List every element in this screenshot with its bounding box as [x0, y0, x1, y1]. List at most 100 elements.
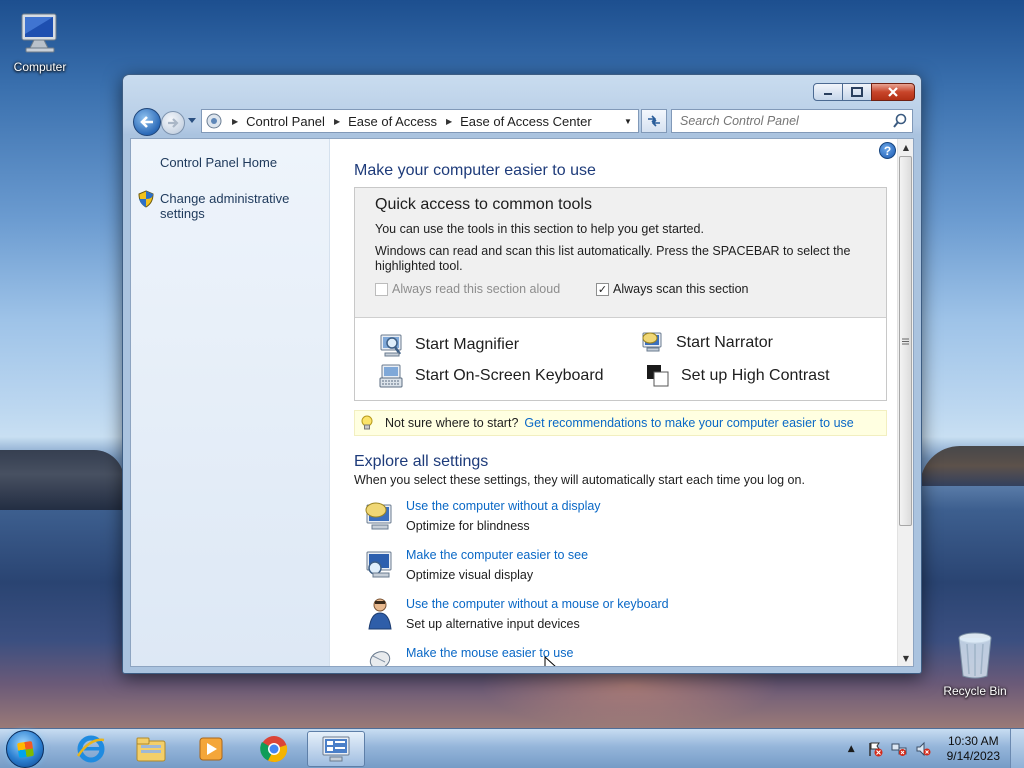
window-caption-buttons	[813, 83, 915, 101]
show-hidden-icons-icon[interactable]: ▲	[848, 744, 855, 754]
scroll-down-icon[interactable]: ▼	[898, 650, 913, 666]
forward-button[interactable]	[161, 111, 185, 135]
start-button[interactable]	[6, 730, 44, 768]
media-player-icon	[199, 737, 223, 761]
refresh-icon	[648, 115, 660, 127]
taskbar-internet-explorer[interactable]	[62, 731, 120, 767]
control-panel-icon	[322, 736, 350, 762]
explore-settings-description: When you select these settings, they wil…	[354, 473, 805, 487]
desktop-icon-label: Computer	[13, 60, 67, 74]
system-clock[interactable]: 10:30 AM 9/14/2023	[947, 734, 1000, 764]
scroll-up-icon[interactable]: ▲	[898, 139, 913, 155]
minimize-icon	[824, 93, 832, 95]
network-icon[interactable]	[891, 741, 907, 757]
show-desktop-button[interactable]	[1010, 729, 1024, 768]
start-narrator-link[interactable]: Start Narrator	[640, 330, 773, 356]
recommendation-tip: Not sure where to start? Get recommendat…	[354, 410, 887, 436]
taskbar-control-panel[interactable]	[307, 731, 365, 767]
clock-time: 10:30 AM	[947, 734, 999, 748]
breadcrumb-control-panel[interactable]: Control Panel	[246, 114, 325, 129]
lightbulb-icon	[361, 415, 373, 430]
start-magnifier-link[interactable]: Start Magnifier	[379, 332, 519, 358]
desktop-icon-label: Recycle Bin	[943, 684, 1007, 698]
navigation-bar: ▶ Control Panel ▶ Ease of Access ▶ Ease …	[131, 107, 913, 136]
search-box[interactable]	[671, 109, 913, 133]
main-pane: ? Make your computer easier to use Quick…	[331, 139, 899, 666]
recent-pages-dropdown-icon[interactable]	[187, 117, 197, 125]
recycle-bin-icon	[958, 632, 992, 679]
start-narrator-label: Start Narrator	[676, 334, 773, 351]
read-aloud-label: Always read this section aloud	[392, 282, 561, 296]
breadcrumb-ease-of-access[interactable]: Ease of Access	[348, 114, 437, 129]
help-icon: ?	[883, 143, 892, 158]
volume-muted-icon[interactable]	[915, 741, 931, 757]
checkbox-unchecked-icon	[375, 282, 388, 296]
taskbar-windows-explorer[interactable]	[122, 731, 180, 767]
easier-to-see-link[interactable]: Make the computer easier to see	[406, 548, 588, 562]
quick-access-section: Quick access to common tools You can use…	[354, 187, 887, 401]
control-panel-home-link[interactable]: Control Panel Home	[160, 155, 277, 170]
back-button[interactable]	[133, 108, 161, 136]
breadcrumb-ease-of-access-center[interactable]: Ease of Access Center	[460, 114, 592, 129]
search-input[interactable]	[680, 114, 880, 128]
desktop-icon-computer[interactable]: Computer	[0, 8, 80, 74]
magnifier-icon	[380, 334, 402, 357]
uac-shield-icon	[138, 190, 154, 208]
page-title: Make your computer easier to use	[354, 162, 596, 179]
internet-explorer-icon	[76, 735, 105, 763]
scan-section-label: Always scan this section	[613, 282, 749, 296]
folder-icon	[136, 737, 166, 762]
change-administrative-settings-link[interactable]: Change administrative settings	[160, 191, 329, 221]
task-pane: Control Panel Home Change administrative…	[131, 139, 330, 666]
address-dropdown-icon[interactable]: ▼	[620, 110, 636, 132]
start-on-screen-keyboard-link[interactable]: Start On-Screen Keyboard	[379, 363, 604, 389]
on-screen-keyboard-icon	[379, 364, 403, 388]
chrome-icon	[260, 736, 288, 763]
taskbar-media-player[interactable]	[182, 731, 240, 767]
grip-icon	[902, 338, 909, 344]
breadcrumb-separator: ▶	[232, 116, 239, 126]
quick-access-description: You can use the tools in this section to…	[375, 222, 704, 236]
scan-section-checkbox[interactable]: ✓ Always scan this section	[596, 282, 748, 296]
maximize-button[interactable]	[842, 83, 872, 101]
action-center-flag-icon[interactable]	[867, 741, 883, 757]
use-without-display-desc: Optimize for blindness	[406, 519, 530, 533]
taskbar-chrome[interactable]	[245, 731, 303, 767]
breadcrumb-separator[interactable]: ▶	[334, 117, 340, 126]
quick-access-header: Quick access to common tools You can use…	[355, 188, 886, 318]
quick-access-scan-info: Windows can read and scan this list auto…	[375, 244, 851, 273]
vertical-scrollbar[interactable]: ▲ ▼	[897, 139, 913, 666]
minimize-button[interactable]	[813, 83, 843, 101]
display-magnify-icon	[366, 551, 392, 578]
narrator-icon	[642, 332, 662, 352]
tip-label: Not sure where to start?	[385, 416, 519, 430]
breadcrumb-separator[interactable]: ▶	[446, 117, 452, 126]
search-icon[interactable]	[892, 113, 908, 129]
refresh-button[interactable]	[641, 109, 667, 133]
window-content: Control Panel Home Change administrative…	[130, 138, 914, 667]
without-mouse-keyboard-link[interactable]: Use the computer without a mouse or keyb…	[406, 597, 669, 611]
mouse-cursor-icon	[544, 656, 556, 666]
set-up-high-contrast-link[interactable]: Set up High Contrast	[645, 363, 830, 389]
set-up-high-contrast-label: Set up High Contrast	[681, 367, 830, 384]
get-recommendations-link[interactable]: Get recommendations to make your compute…	[524, 416, 853, 430]
mouse-icon	[369, 651, 391, 666]
explore-settings-title: Explore all settings	[354, 453, 489, 470]
taskbar: ▲ 10:30 AM 9/14/2023	[0, 728, 1024, 768]
computer-icon	[21, 13, 57, 53]
use-without-display-link[interactable]: Use the computer without a display	[406, 499, 601, 513]
start-magnifier-label: Start Magnifier	[415, 336, 520, 353]
help-button[interactable]: ?	[879, 142, 896, 159]
desktop-icon-recycle-bin[interactable]: Recycle Bin	[935, 630, 1015, 698]
wallpaper-rocks-left	[0, 450, 124, 510]
arrow-right-icon	[168, 118, 179, 128]
control-panel-icon	[206, 113, 222, 129]
quick-access-title: Quick access to common tools	[375, 196, 592, 213]
close-button[interactable]	[871, 83, 915, 101]
read-aloud-checkbox[interactable]: Always read this section aloud	[375, 282, 560, 296]
address-bar[interactable]: ▶ Control Panel ▶ Ease of Access ▶ Ease …	[201, 109, 639, 133]
scrollbar-thumb[interactable]	[899, 156, 912, 526]
computer-narrator-icon	[365, 502, 392, 530]
checkbox-checked-icon: ✓	[596, 282, 609, 296]
restore-icon	[851, 87, 863, 97]
